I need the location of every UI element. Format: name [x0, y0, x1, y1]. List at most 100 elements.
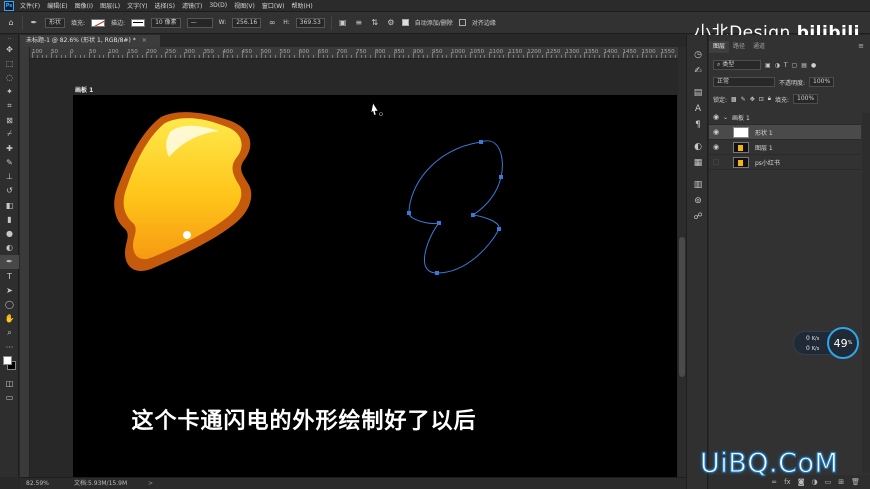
- filter-shape-icon[interactable]: ▢: [792, 62, 798, 69]
- close-icon[interactable]: ×: [142, 37, 147, 44]
- filter-type-icon[interactable]: T: [784, 62, 788, 69]
- anchor-point[interactable]: [435, 271, 439, 275]
- zoom-level[interactable]: 82.59%: [26, 478, 49, 489]
- tool-mode-select[interactable]: 形状: [45, 17, 66, 28]
- marquee-tool-icon[interactable]: ⬚: [0, 56, 19, 70]
- menu-edit[interactable]: 编辑(E): [47, 1, 67, 10]
- gradient-tool-icon[interactable]: ▮: [0, 212, 19, 226]
- bezier-path[interactable]: [407, 140, 503, 275]
- visibility-eye-icon[interactable]: ◉: [709, 113, 723, 121]
- pen-tool-icon[interactable]: ✒: [29, 18, 39, 28]
- add-mask-icon[interactable]: ◙: [798, 478, 805, 486]
- panel-menu-icon[interactable]: ≡: [858, 42, 864, 50]
- menu-filter[interactable]: 滤镜(T): [182, 1, 202, 10]
- type-tool-icon[interactable]: T: [0, 269, 19, 283]
- trash-icon[interactable]: 🗑︎: [851, 478, 860, 486]
- more-tools-icon[interactable]: ···: [0, 340, 19, 354]
- link-icon[interactable]: ∞: [267, 18, 277, 28]
- adjustment-layer-icon[interactable]: ◑: [812, 478, 818, 486]
- scrollbar-thumb[interactable]: [679, 237, 685, 377]
- height-field[interactable]: 369.53: [295, 17, 325, 28]
- frame-tool-icon[interactable]: ⊠: [0, 113, 19, 127]
- visibility-eye-icon[interactable]: □: [709, 158, 723, 166]
- new-group-icon[interactable]: ▭: [825, 478, 832, 486]
- crop-tool-icon[interactable]: ⌗: [0, 99, 19, 113]
- menu-help[interactable]: 帮助(H): [292, 1, 313, 10]
- auto-add-delete-checkbox[interactable]: [401, 19, 409, 26]
- path-selection-icon[interactable]: ➤: [0, 283, 19, 297]
- screen-mode-icon[interactable]: ▭: [0, 390, 19, 404]
- move-tool-icon[interactable]: ✥: [0, 42, 19, 56]
- hand-tool-icon[interactable]: ✋: [0, 312, 19, 326]
- magic-wand-icon[interactable]: ✦: [0, 85, 19, 99]
- pen-tool-icon[interactable]: ✒: [0, 254, 19, 269]
- vertical-ruler[interactable]: [20, 47, 30, 477]
- layer-row-shape[interactable]: ◉ 形状 1: [709, 125, 861, 140]
- menu-window[interactable]: 窗口(W): [262, 1, 285, 10]
- adjustments-icon[interactable]: ▤: [687, 85, 709, 101]
- clone-stamp-icon[interactable]: ⊥: [0, 170, 19, 184]
- color-swatches[interactable]: [0, 354, 19, 376]
- paths-icon[interactable]: ☍: [687, 209, 709, 225]
- anchor-point[interactable]: [437, 221, 441, 225]
- lasso-tool-icon[interactable]: ◌: [0, 70, 19, 84]
- align-edges-checkbox[interactable]: [458, 19, 466, 26]
- cartoon-lightning-bolt[interactable]: [114, 112, 252, 272]
- brush-tool-icon[interactable]: ✎: [0, 156, 19, 170]
- swatches-icon[interactable]: ▦: [687, 155, 709, 171]
- visibility-eye-icon[interactable]: ◉: [709, 128, 723, 136]
- healing-brush-icon[interactable]: ✚: [0, 141, 19, 155]
- vertical-scrollbar[interactable]: [678, 47, 686, 477]
- libraries-icon[interactable]: ▥: [687, 177, 709, 193]
- history-icon[interactable]: ◷: [687, 47, 709, 63]
- stroke-size-field[interactable]: 10 像素: [151, 17, 181, 28]
- menu-select[interactable]: 选择(S): [154, 1, 175, 10]
- paragraph-icon[interactable]: ¶: [687, 117, 709, 133]
- tab-layers[interactable]: 图层: [709, 41, 730, 53]
- layer-filter-select[interactable]: ⌕ 类型: [713, 60, 761, 70]
- status-menu-arrow[interactable]: >: [148, 478, 153, 489]
- link-layers-icon[interactable]: ∞: [771, 478, 777, 486]
- quick-mask-icon[interactable]: ◫: [0, 376, 19, 390]
- anchor-point[interactable]: [479, 140, 483, 144]
- move-tool-icon[interactable]: ··: [0, 35, 19, 42]
- eyedropper-icon[interactable]: ⌿: [0, 127, 19, 141]
- tab-channels[interactable]: 通道: [749, 41, 769, 53]
- foreground-color-swatch[interactable]: [3, 356, 12, 366]
- new-layer-icon[interactable]: ⊞: [838, 478, 844, 486]
- tab-paths[interactable]: 路径: [729, 41, 749, 53]
- blend-mode-select[interactable]: 正常: [713, 77, 775, 87]
- fill-swatch[interactable]: [91, 18, 106, 27]
- menu-type[interactable]: 文字(Y): [127, 1, 147, 10]
- fill-field[interactable]: 100%: [793, 94, 819, 104]
- layer-row-pixel[interactable]: ◉ 图层 1: [709, 140, 861, 155]
- lock-position-icon[interactable]: ✥: [750, 96, 755, 103]
- horizontal-ruler[interactable]: 100 50 0 50 100 150 200 250 300 350 400 450 500 550 60…: [30, 47, 678, 59]
- layer-row-artboard[interactable]: ◉ ⌄ 画板 1: [709, 110, 861, 125]
- anchor-point[interactable]: [407, 211, 411, 215]
- filter-pixel-icon[interactable]: ▣: [765, 62, 771, 69]
- channels-icon[interactable]: ⊚: [687, 193, 709, 209]
- lock-image-icon[interactable]: ✎: [741, 96, 746, 103]
- layer-style-icon[interactable]: fx: [784, 478, 791, 486]
- canvas-area[interactable]: 画板 1 这个卡通闪电的外形绘制好了以后: [31, 59, 678, 477]
- color-icon[interactable]: ◐: [687, 139, 709, 155]
- filter-smart-icon[interactable]: ▤: [801, 62, 807, 69]
- menu-3d[interactable]: 3D(D): [209, 2, 227, 9]
- path-arrangement-icon[interactable]: ⇅: [370, 18, 380, 28]
- stroke-swatch[interactable]: [131, 18, 146, 27]
- layer-row-pixel[interactable]: □ ps小红书: [709, 155, 861, 170]
- anchor-point[interactable]: [497, 227, 501, 231]
- shape-tool-icon[interactable]: ◯: [0, 297, 19, 311]
- filter-adjust-icon[interactable]: ◑: [775, 62, 780, 69]
- opacity-field[interactable]: 100%: [809, 77, 835, 87]
- properties-icon[interactable]: ✍: [687, 63, 709, 79]
- path-alignment-icon[interactable]: ≡: [354, 18, 364, 28]
- character-icon[interactable]: A: [687, 101, 709, 117]
- anchor-point[interactable]: [471, 213, 475, 217]
- menu-file[interactable]: 文件(F): [20, 1, 40, 10]
- width-field[interactable]: 256.16: [232, 17, 262, 28]
- home-icon[interactable]: ⌂: [6, 18, 16, 28]
- layers-scrollbar[interactable]: [862, 113, 870, 473]
- path-operations-icon[interactable]: ▣: [338, 18, 348, 28]
